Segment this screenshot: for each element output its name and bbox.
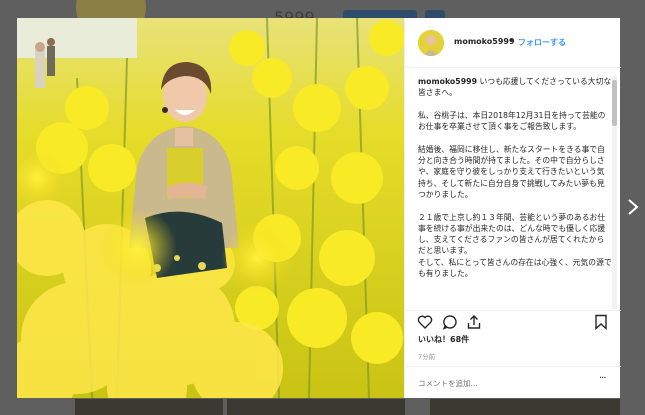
likes-count[interactable]: いいね！68件 (418, 334, 469, 345)
post-time[interactable]: 7分前 (418, 351, 435, 361)
caption-scrollbar[interactable] (612, 76, 617, 309)
share-icon[interactable] (466, 314, 482, 334)
follow-button[interactable]: フォローする (518, 37, 566, 48)
caption-text: momoko5999 いつも応援してくださっている大切な皆さまへ。 私、谷桃子は… (418, 76, 612, 279)
bookmark-icon[interactable] (594, 314, 608, 334)
background-thumbnail (430, 399, 620, 415)
heart-icon[interactable] (417, 314, 433, 334)
scrollbar-thumb[interactable] (612, 80, 617, 126)
comment-bar: ··· (405, 366, 621, 398)
action-bar (405, 310, 621, 332)
post-modal: momoko5999 • フォローする momoko5999 いつも応援してくだ… (17, 18, 621, 398)
post-photo[interactable] (17, 18, 404, 398)
post-username[interactable]: momoko5999 (454, 37, 515, 46)
chevron-right-icon[interactable] (627, 198, 639, 220)
post-header: momoko5999 • フォローする (405, 18, 621, 68)
post-sidebar: momoko5999 • フォローする momoko5999 いつも応援してくだ… (404, 18, 621, 398)
more-options-icon[interactable]: ··· (599, 373, 606, 384)
background-thumbnail (227, 399, 405, 415)
comment-input[interactable] (418, 376, 588, 390)
comment-icon[interactable] (442, 314, 458, 334)
background-thumbnail (75, 399, 223, 415)
avatar[interactable] (418, 30, 444, 56)
caption-area[interactable]: momoko5999 いつも応援してくださっている大切な皆さまへ。 私、谷桃子は… (418, 76, 612, 309)
caption-body: いつも応援してくださっている大切な皆さまへ。 私、谷桃子は、本日2018年12月… (418, 77, 612, 279)
caption-username[interactable]: momoko5999 (418, 77, 477, 86)
separator-dot: • (509, 36, 514, 45)
